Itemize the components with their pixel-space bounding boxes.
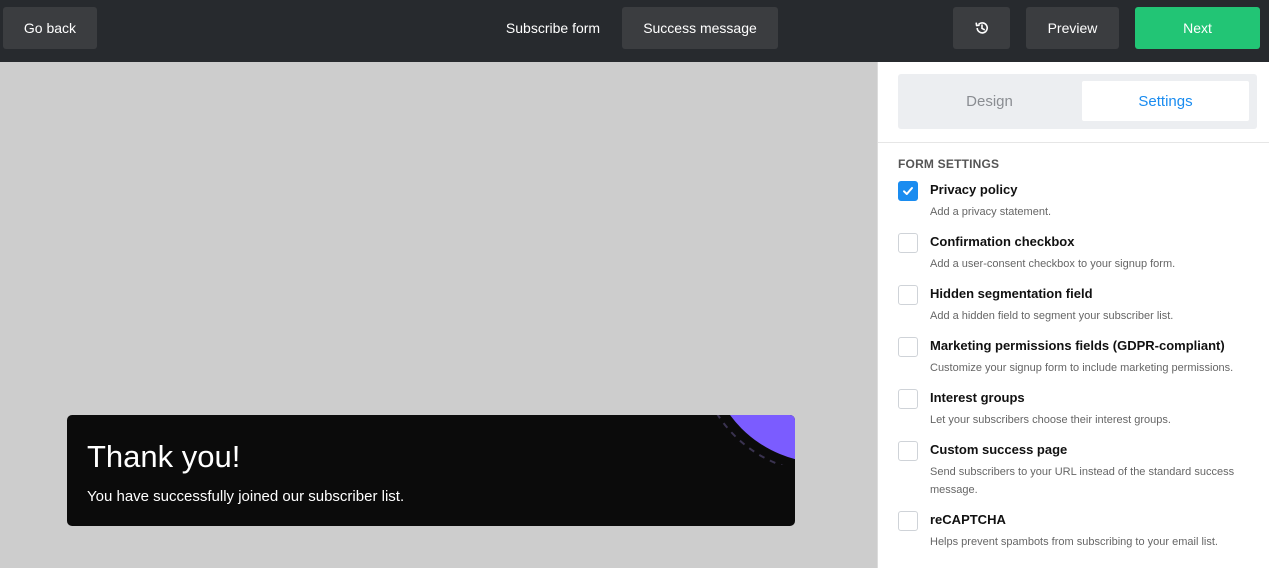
- panel-divider: [878, 142, 1269, 143]
- preview-button[interactable]: Preview: [1026, 7, 1119, 49]
- next-button[interactable]: Next: [1135, 7, 1260, 49]
- option-description: Add a hidden field to segment your subsc…: [930, 310, 1174, 322]
- history-icon: [974, 22, 988, 34]
- subscribe-form-step[interactable]: Subscribe form: [488, 7, 618, 49]
- settings-panel: Design Settings FORM SETTINGS Privacy po…: [877, 62, 1269, 568]
- section-title: FORM SETTINGS: [898, 157, 1000, 171]
- panel-tabs: Design Settings: [898, 74, 1257, 129]
- form-canvas: Thank you! You have successfully joined …: [0, 62, 877, 568]
- recaptcha-checkbox[interactable]: [898, 511, 918, 531]
- history-button[interactable]: [953, 7, 1010, 49]
- option-label: Interest groups: [930, 390, 1025, 405]
- top-toolbar: Go back Subscribe form Success message P…: [0, 0, 1269, 62]
- privacy-policy-checkbox[interactable]: [898, 181, 918, 201]
- option-description: Add a privacy statement.: [930, 206, 1052, 218]
- option-label: reCAPTCHA: [930, 512, 1006, 527]
- go-back-button[interactable]: Go back: [3, 7, 97, 49]
- confirmation-checkbox[interactable]: [898, 233, 918, 253]
- success-message-card[interactable]: Thank you! You have successfully joined …: [67, 415, 795, 526]
- option-label: Custom success page: [930, 442, 1068, 457]
- success-title: Thank you!: [87, 439, 241, 474]
- option-label: Privacy policy: [930, 182, 1018, 197]
- success-message-step[interactable]: Success message: [622, 7, 778, 49]
- marketing-permissions-checkbox[interactable]: [898, 337, 918, 357]
- option-description: Send subscribers to your URL instead of …: [930, 466, 1235, 496]
- option-label: Marketing permissions fields (GDPR-compl…: [930, 338, 1225, 353]
- decorative-circle: [716, 415, 795, 465]
- option-description: Helps prevent spambots from subscribing …: [930, 536, 1218, 548]
- option-label: Hidden segmentation field: [930, 286, 1093, 301]
- option-description: Customize your signup form to include ma…: [930, 362, 1234, 374]
- option-description: Let your subscribers choose their intere…: [930, 414, 1171, 426]
- tab-design[interactable]: Design: [906, 81, 1073, 121]
- success-message-text: You have successfully joined our subscri…: [87, 488, 405, 505]
- option-label: Confirmation checkbox: [930, 234, 1075, 249]
- custom-success-page-checkbox[interactable]: [898, 441, 918, 461]
- option-description: Add a user-consent checkbox to your sign…: [930, 258, 1176, 270]
- tab-settings[interactable]: Settings: [1082, 81, 1249, 121]
- hidden-segmentation-checkbox[interactable]: [898, 285, 918, 305]
- checkmark-icon: [903, 187, 913, 195]
- interest-groups-checkbox[interactable]: [898, 389, 918, 409]
